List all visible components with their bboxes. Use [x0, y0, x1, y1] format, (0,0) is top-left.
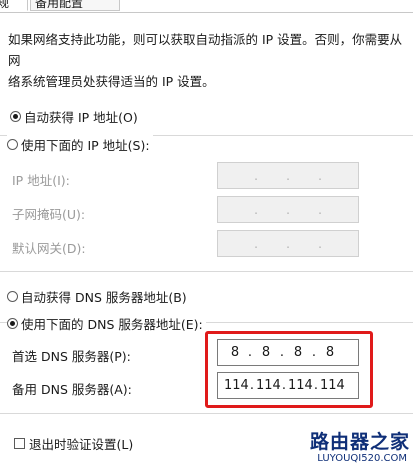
ip-auto-radio[interactable]: [10, 110, 21, 122]
tab-bar: 规 备用配置: [0, 0, 413, 13]
default-gateway-input: ...: [217, 230, 359, 257]
ip-manual-label: 使用下面的 IP 地址(S):: [21, 137, 150, 153]
dns-manual-radio-row[interactable]: 使用下面的 DNS 服务器地址(E):: [7, 314, 206, 332]
tab-alternate-configuration[interactable]: 备用配置: [30, 0, 120, 11]
validate-label: 退出时验证设置(L): [29, 437, 134, 452]
dns-separator: [0, 271, 413, 272]
dns-auto-radio[interactable]: [7, 290, 18, 302]
subnet-mask-input: ...: [217, 196, 359, 223]
ip-auto-radio-row[interactable]: 自动获得 IP 地址(O): [10, 107, 138, 125]
description-line-2: 络系统管理员处获得适当的 IP 设置。: [8, 74, 215, 89]
dns-auto-label: 自动获得 DNS 服务器地址(B): [21, 289, 187, 305]
description-line-1: 如果网络支持此功能，则可以获取自动指派的 IP 设置。否则，你需要从网: [8, 32, 403, 68]
preferred-dns-label: 首选 DNS 服务器(P):: [12, 349, 131, 364]
validate-checkbox-row[interactable]: 退出时验证设置(L): [14, 434, 133, 453]
ip-address-label: IP 地址(I):: [12, 173, 70, 188]
watermark-url: LUYOUQI520.COM: [317, 453, 407, 464]
alternate-dns-label: 备用 DNS 服务器(A):: [12, 382, 132, 397]
dns-manual-radio[interactable]: [7, 317, 18, 329]
watermark-title: 路由器之家: [309, 431, 410, 453]
watermark-logo: 路由器之家 LUYOUQI520.COM: [309, 422, 413, 471]
validate-checkbox[interactable]: [14, 438, 25, 449]
tab-general[interactable]: 规: [0, 0, 28, 11]
ip-manual-radio[interactable]: [7, 138, 18, 150]
description-text: 如果网络支持此功能，则可以获取自动指派的 IP 设置。否则，你需要从网 络系统管…: [8, 29, 408, 92]
ip-address-input: ...: [217, 162, 359, 189]
subnet-mask-label: 子网掩码(U):: [12, 207, 86, 222]
ip-manual-radio-row[interactable]: 使用下面的 IP 地址(S):: [7, 135, 153, 153]
dns-manual-label: 使用下面的 DNS 服务器地址(E):: [21, 316, 203, 332]
dns-highlight-box: [205, 331, 373, 408]
dns-auto-radio-row[interactable]: 自动获得 DNS 服务器地址(B): [7, 287, 187, 305]
ip-auto-label: 自动获得 IP 地址(O): [24, 109, 138, 125]
default-gateway-label: 默认网关(D):: [12, 241, 86, 256]
